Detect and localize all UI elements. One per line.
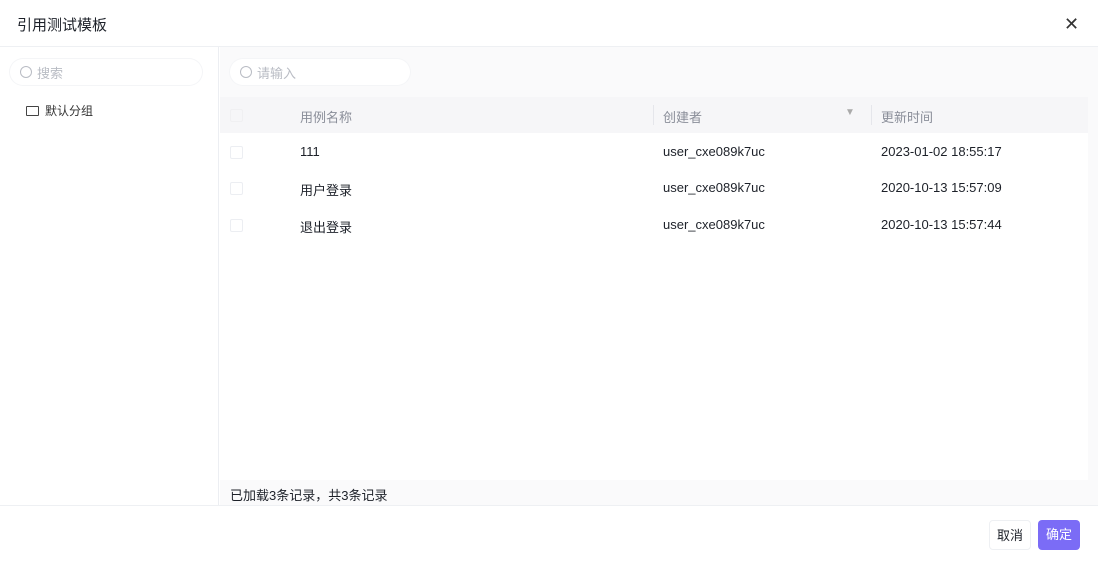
column-separator — [871, 105, 872, 125]
divider — [0, 505, 1098, 506]
row-checkbox[interactable] — [230, 219, 243, 232]
case-creator: user_cxe089k7uc — [663, 180, 765, 195]
column-separator — [653, 105, 654, 125]
case-updated: 2020-10-13 15:57:09 — [881, 180, 1002, 195]
case-name: 111 — [300, 144, 320, 159]
column-header-name: 用例名称 — [300, 110, 353, 125]
confirm-button[interactable]: 确定 — [1038, 520, 1080, 550]
tree-item-label: 默认分组 — [45, 104, 94, 118]
select-all-checkbox[interactable] — [230, 109, 243, 122]
table-row[interactable]: 111 user_cxe089k7uc 2023-01-02 18:55:17 — [220, 134, 1088, 170]
search-placeholder: 请输入 — [257, 65, 297, 81]
row-checkbox[interactable] — [230, 182, 243, 195]
dialog-title: 引用测试模板 — [17, 17, 108, 34]
folder-icon — [26, 105, 39, 116]
table-header: 用例名称 创建者 ▼ 更新时间 — [220, 97, 1088, 133]
group-search-input[interactable]: 搜索 — [10, 59, 202, 85]
case-updated: 2020-10-13 15:57:44 — [881, 217, 1002, 232]
case-search-input[interactable]: 请输入 — [230, 59, 410, 85]
search-icon — [20, 66, 32, 78]
table-row[interactable]: 用户登录 user_cxe089k7uc 2020-10-13 15:57:09 — [220, 170, 1088, 206]
row-checkbox[interactable] — [230, 146, 243, 159]
search-placeholder: 搜索 — [37, 65, 64, 81]
record-summary: 已加载3条记录，共3条记录 — [230, 488, 388, 503]
tree-item-default-group[interactable]: 默认分组 — [26, 102, 93, 119]
case-name: 退出登录 — [300, 220, 353, 235]
filter-icon[interactable]: ▼ — [845, 107, 855, 118]
case-table: 用例名称 创建者 ▼ 更新时间 111 user_cxe089k7uc 2023… — [220, 97, 1088, 480]
column-header-creator: 创建者 — [663, 110, 703, 125]
case-updated: 2023-01-02 18:55:17 — [881, 144, 1002, 159]
table-row[interactable]: 退出登录 user_cxe089k7uc 2020-10-13 15:57:44 — [220, 207, 1088, 243]
search-icon — [240, 66, 252, 78]
case-creator: user_cxe089k7uc — [663, 217, 765, 232]
close-icon[interactable]: ✕ — [1064, 15, 1082, 33]
case-creator: user_cxe089k7uc — [663, 144, 765, 159]
column-header-updated: 更新时间 — [881, 110, 934, 125]
cancel-button[interactable]: 取消 — [989, 520, 1031, 550]
case-name: 用户登录 — [300, 183, 353, 198]
